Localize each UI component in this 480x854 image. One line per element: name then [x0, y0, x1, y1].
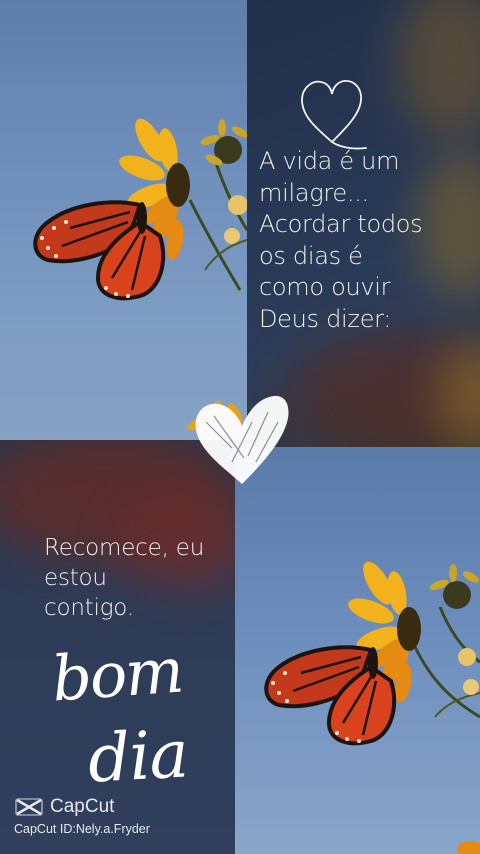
quote-top-line: Acordar todos: [259, 210, 423, 239]
quote-top-line: os dias é: [259, 241, 363, 270]
blurred-flower-blob: [397, 0, 480, 140]
greeting-bom: bom: [49, 633, 185, 716]
capcut-brand: CapCut: [14, 796, 150, 818]
butterfly-top: [33, 200, 166, 301]
photo-butterfly-top: [0, 0, 247, 440]
quote-top-line: milagre...: [259, 178, 369, 207]
quote-bottom-line: Recomece, eu: [44, 535, 205, 561]
quote-top-line: Deus dizer:: [259, 304, 392, 333]
butterfly-flower-illustration-top: [33, 118, 247, 301]
capcut-watermark: CapCut CapCut ID:Nely.a.Fryder: [14, 796, 150, 836]
quote-bottom: Recomece, eu estou contigo.: [44, 533, 234, 623]
quote-top: A vida é um milagre... Acordar todos os …: [259, 146, 469, 336]
butterfly-flower-illustration-bottom: [264, 561, 480, 854]
quote-bottom-line: estou: [44, 565, 107, 591]
story-canvas: A vida é um milagre... Acordar todos os …: [0, 0, 480, 854]
photo-butterfly-bottom: [235, 447, 480, 854]
heart-outline-icon: [301, 80, 367, 150]
quote-bottom-line: contigo.: [44, 595, 134, 621]
heart-brush-icon: [195, 395, 289, 484]
capcut-brand-text: CapCut: [50, 796, 115, 817]
quote-top-line: A vida é um: [259, 147, 400, 175]
greeting-dia: dia: [86, 715, 190, 798]
capcut-id-text: CapCut ID:Nely.a.Fryder: [14, 822, 150, 836]
butterfly-bottom: [264, 645, 397, 746]
quote-top-line: como ouvir: [259, 273, 391, 302]
capcut-logo-icon: [15, 798, 43, 816]
